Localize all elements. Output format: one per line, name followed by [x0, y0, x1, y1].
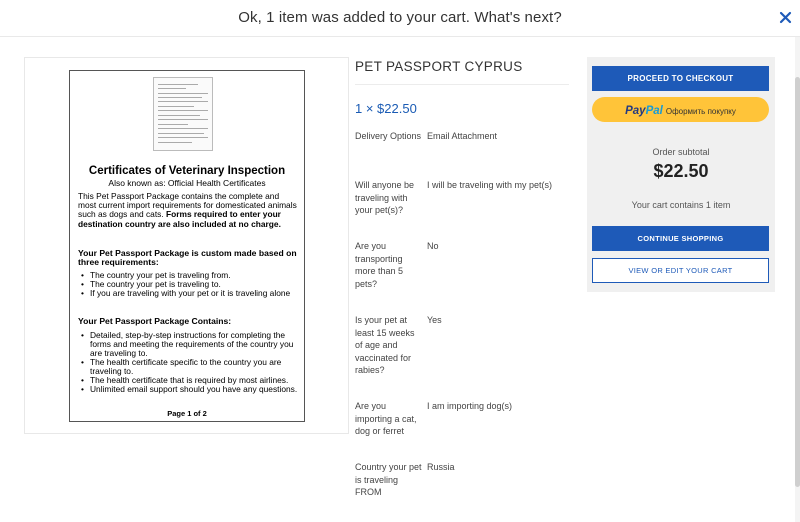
product-title: PET PASSPORT CYPRUS [355, 59, 523, 74]
view-edit-cart-button[interactable]: VIEW OR EDIT YOUR CART [592, 258, 769, 283]
document-requirements-list: The country your pet is traveling from. … [78, 271, 298, 299]
product-price-line: 1 × $22.50 [355, 101, 417, 116]
paypal-button[interactable]: PayPal Оформить покупку [592, 97, 769, 122]
modal-scrollbar[interactable] [795, 37, 800, 522]
option-value-country-from: Russia [427, 462, 455, 472]
document-subheading: Also known as: Official Health Certifica… [108, 178, 266, 188]
option-label-traveling-with: Will anyone be traveling with your pet(s… [355, 180, 415, 215]
product-image: Certificates of Veterinary Inspection Al… [24, 57, 349, 434]
document-heading: Certificates of Veterinary Inspection [88, 165, 286, 177]
option-value-age-rabies: Yes [427, 315, 442, 325]
document-contains-heading: Your Pet Passport Package Contains: [78, 316, 232, 326]
document-page: Certificates of Veterinary Inspection Al… [69, 70, 305, 422]
paypal-logo-pay: Pay [625, 105, 646, 117]
document-contents-list: Detailed, step-by-step instructions for … [78, 331, 298, 395]
continue-shopping-button[interactable]: CONTINUE SHOPPING [592, 226, 769, 251]
list-item: Unlimited email support should you have … [78, 385, 298, 395]
form-thumbnail [153, 77, 213, 151]
modal-title: Ok, 1 item was added to your cart. What'… [238, 9, 562, 26]
close-icon [779, 11, 792, 24]
list-item: The health certificate specific to the c… [78, 358, 298, 376]
modal-header: Ok, 1 item was added to your cart. What'… [0, 0, 800, 37]
list-item: Detailed, step-by-step instructions for … [78, 331, 298, 358]
proceed-to-checkout-button[interactable]: PROCEED TO CHECKOUT [592, 66, 769, 91]
order-subtotal-label: Order subtotal [652, 147, 710, 157]
cart-item-count: Your cart contains 1 item [631, 200, 731, 210]
option-label-age-rabies: Is your pet at least 15 weeks of age and… [355, 315, 415, 375]
option-label-animal-type: Are you importing a cat, dog or ferret [355, 401, 417, 436]
document-intro: This Pet Passport Package contains the c… [78, 191, 298, 229]
document-page-label: Page 1 of 2 [167, 409, 207, 418]
option-label-more-than-5: Are you transporting more than 5 pets? [355, 241, 404, 289]
option-value-animal-type: I am importing dog(s) [427, 401, 513, 411]
list-item: If you are traveling with your pet or it… [78, 289, 298, 299]
divider [355, 84, 569, 85]
order-subtotal-value: $22.50 [653, 161, 709, 181]
paypal-button-label: Оформить покупку [665, 107, 736, 116]
paypal-logo-pal: Pal [645, 105, 663, 117]
cart-summary-panel: PROCEED TO CHECKOUT PayPal Оформить покуп… [587, 57, 775, 292]
option-value-more-than-5: No [427, 241, 439, 251]
close-button[interactable] [777, 6, 795, 28]
option-label-delivery: Delivery Options [355, 131, 422, 141]
option-label-country-from: Country your pet is traveling FROM [355, 462, 422, 497]
option-value-traveling-with: I will be traveling with my pet(s) [427, 180, 553, 190]
scrollbar-thumb[interactable] [795, 77, 800, 487]
option-value-delivery: Email Attachment [427, 131, 498, 141]
document-custom-heading: Your Pet Passport Package is custom made… [78, 248, 297, 268]
